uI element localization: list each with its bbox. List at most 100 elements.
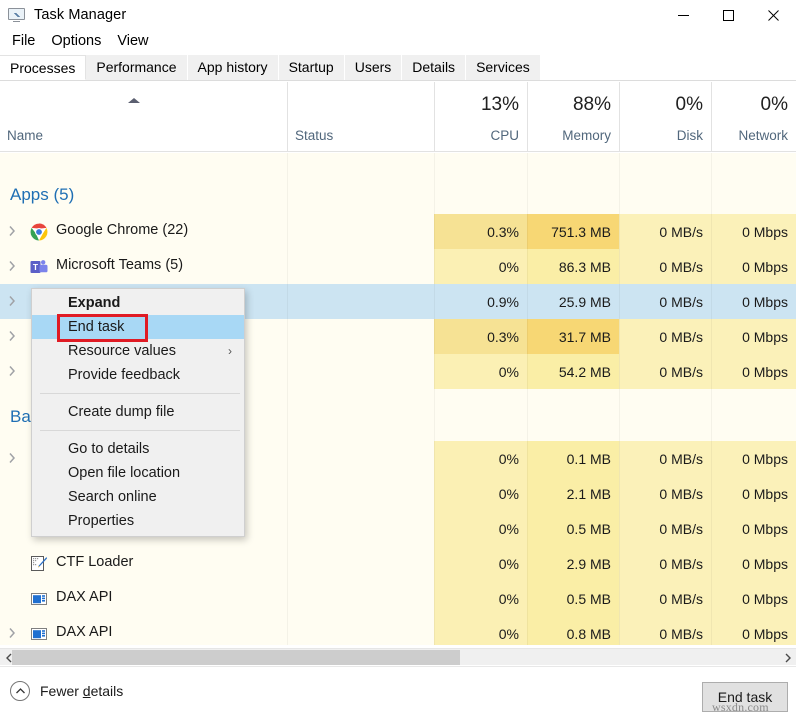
submenu-chevron-icon: › bbox=[228, 344, 232, 358]
expand-chevron-icon[interactable] bbox=[8, 452, 16, 464]
horizontal-scrollbar[interactable] bbox=[0, 648, 796, 665]
process-group-header[interactable]: Apps (5) bbox=[0, 179, 796, 214]
process-memory-cell: 31.7 MB bbox=[527, 319, 619, 354]
table-row[interactable]: CTF Loader 0% 2.9 MB 0 MB/s 0 Mbps bbox=[0, 546, 796, 581]
column-header-memory[interactable]: 88% Memory bbox=[527, 82, 619, 151]
watermark: wsxdn.com bbox=[712, 700, 769, 714]
menu-file[interactable]: File bbox=[4, 31, 43, 51]
tab-processes[interactable]: Processes bbox=[0, 55, 87, 80]
minimize-icon[interactable] bbox=[661, 0, 706, 30]
tab-startup[interactable]: Startup bbox=[278, 55, 345, 80]
expand-chevron-icon[interactable] bbox=[8, 330, 16, 342]
process-name-label: DAX API bbox=[56, 589, 113, 605]
context-menu-item[interactable]: Open file location bbox=[32, 461, 244, 485]
tab-details[interactable]: Details bbox=[402, 55, 467, 80]
context-menu[interactable]: Expand End task Resource values › Provide fe… bbox=[31, 288, 245, 537]
process-status-cell bbox=[287, 616, 434, 645]
table-row[interactable]: DAX API 0% 0.8 MB 0 MB/s 0 Mbps bbox=[0, 616, 796, 645]
table-row[interactable]: Google Chrome (22) 0.3% 751.3 MB 0 MB/s 0 Mb… bbox=[0, 214, 796, 249]
expand-chevron-icon[interactable] bbox=[8, 225, 16, 237]
tab-app-history[interactable]: App history bbox=[187, 55, 279, 80]
process-name-label: CTF Loader bbox=[56, 554, 134, 570]
process-name-cell[interactable]: Google Chrome (22) bbox=[0, 214, 287, 249]
process-status-cell bbox=[287, 581, 434, 616]
process-name-label: Microsoft Teams (5) bbox=[56, 257, 184, 273]
process-disk-cell: 0 MB/s bbox=[619, 214, 711, 249]
column-header-network[interactable]: 0% Network bbox=[711, 82, 796, 151]
column-header-row: Name Status 13% CPU 88% Memory 0% Disk 0… bbox=[0, 82, 796, 152]
teams-icon: T bbox=[30, 258, 48, 276]
disk-total-percent: 0% bbox=[675, 94, 703, 115]
ctf-loader-icon bbox=[30, 555, 48, 573]
process-status-cell bbox=[287, 214, 434, 249]
context-menu-item[interactable]: Expand bbox=[32, 291, 244, 315]
chevron-up-circle-icon bbox=[10, 681, 30, 701]
process-disk-cell: 0 MB/s bbox=[619, 284, 711, 319]
process-memory-cell: 751.3 MB bbox=[527, 214, 619, 249]
fewer-details-button[interactable]: Fewer details bbox=[10, 681, 123, 701]
process-memory-cell: 54.2 MB bbox=[527, 354, 619, 389]
process-cpu-cell: 0% bbox=[434, 581, 527, 616]
column-header-status[interactable]: Status bbox=[287, 82, 434, 151]
maximize-icon[interactable] bbox=[706, 0, 751, 30]
scrollbar-thumb[interactable] bbox=[12, 650, 460, 665]
tab-users[interactable]: Users bbox=[344, 55, 403, 80]
table-row[interactable]: T Microsoft Teams (5) 0% 86.3 MB 0 MB/s 0 Mbp… bbox=[0, 249, 796, 284]
process-name-cell[interactable]: DAX API bbox=[0, 581, 287, 616]
column-label-memory: Memory bbox=[562, 128, 611, 143]
process-network-cell: 0 Mbps bbox=[711, 546, 796, 581]
context-menu-item[interactable]: End task bbox=[32, 315, 244, 339]
process-memory-cell: 86.3 MB bbox=[527, 249, 619, 284]
cpu-total-percent: 13% bbox=[480, 94, 519, 115]
network-total-percent: 0% bbox=[760, 94, 788, 115]
process-disk-cell: 0 MB/s bbox=[619, 354, 711, 389]
expand-chevron-icon[interactable] bbox=[8, 260, 16, 272]
context-menu-item[interactable]: Go to details bbox=[32, 437, 244, 461]
context-menu-item[interactable]: Create dump file bbox=[32, 400, 244, 424]
process-memory-cell: 0.5 MB bbox=[527, 511, 619, 546]
context-menu-item[interactable]: Search online bbox=[32, 485, 244, 509]
column-label-disk: Disk bbox=[676, 128, 703, 143]
process-disk-cell: 0 MB/s bbox=[619, 616, 711, 645]
chevron-right-icon[interactable] bbox=[779, 649, 796, 666]
context-menu-item[interactable]: Properties bbox=[32, 509, 244, 533]
column-divider-disk bbox=[619, 153, 620, 645]
column-header-cpu[interactable]: 13% CPU bbox=[434, 82, 527, 151]
process-name-cell[interactable]: T Microsoft Teams (5) bbox=[0, 249, 287, 284]
column-divider-cpu bbox=[434, 153, 435, 645]
expand-chevron-icon[interactable] bbox=[8, 627, 16, 639]
process-name-cell[interactable]: CTF Loader bbox=[0, 546, 287, 581]
tab-performance[interactable]: Performance bbox=[86, 55, 188, 80]
context-menu-item[interactable]: Resource values › bbox=[32, 339, 244, 363]
svg-text:T: T bbox=[33, 262, 39, 272]
column-header-disk[interactable]: 0% Disk bbox=[619, 82, 711, 151]
column-label-name: Name bbox=[7, 128, 44, 143]
footer-bar: Fewer details bbox=[0, 666, 796, 716]
dax-api-icon bbox=[30, 590, 48, 608]
group-header-label: Apps (5) bbox=[10, 185, 75, 204]
group-header-label: Ba bbox=[10, 407, 31, 426]
table-row[interactable]: DAX API 0% 0.5 MB 0 MB/s 0 Mbps bbox=[0, 581, 796, 616]
expand-chevron-icon[interactable] bbox=[8, 295, 16, 307]
column-label-status: Status bbox=[295, 128, 334, 143]
process-network-cell: 0 Mbps bbox=[711, 319, 796, 354]
process-cpu-cell: 0% bbox=[434, 249, 527, 284]
process-cpu-cell: 0.9% bbox=[434, 284, 527, 319]
memory-total-percent: 88% bbox=[572, 94, 611, 115]
title-bar: Task Manager bbox=[0, 0, 796, 30]
process-name-label: Google Chrome (22) bbox=[56, 222, 189, 238]
column-header-name[interactable]: Name bbox=[0, 82, 287, 151]
expand-chevron-icon[interactable] bbox=[8, 365, 16, 377]
menu-view[interactable]: View bbox=[109, 31, 156, 51]
menu-options[interactable]: Options bbox=[43, 31, 109, 51]
close-icon[interactable] bbox=[751, 0, 796, 30]
process-memory-cell: 2.1 MB bbox=[527, 476, 619, 511]
context-menu-item[interactable]: Provide feedback bbox=[32, 363, 244, 387]
tab-services[interactable]: Services bbox=[466, 55, 541, 80]
process-name-cell[interactable]: DAX API bbox=[0, 616, 287, 645]
process-disk-cell: 0 MB/s bbox=[619, 581, 711, 616]
process-network-cell: 0 Mbps bbox=[711, 511, 796, 546]
process-network-cell: 0 Mbps bbox=[711, 616, 796, 645]
window-controls bbox=[661, 0, 796, 30]
context-menu-separator bbox=[40, 393, 240, 394]
